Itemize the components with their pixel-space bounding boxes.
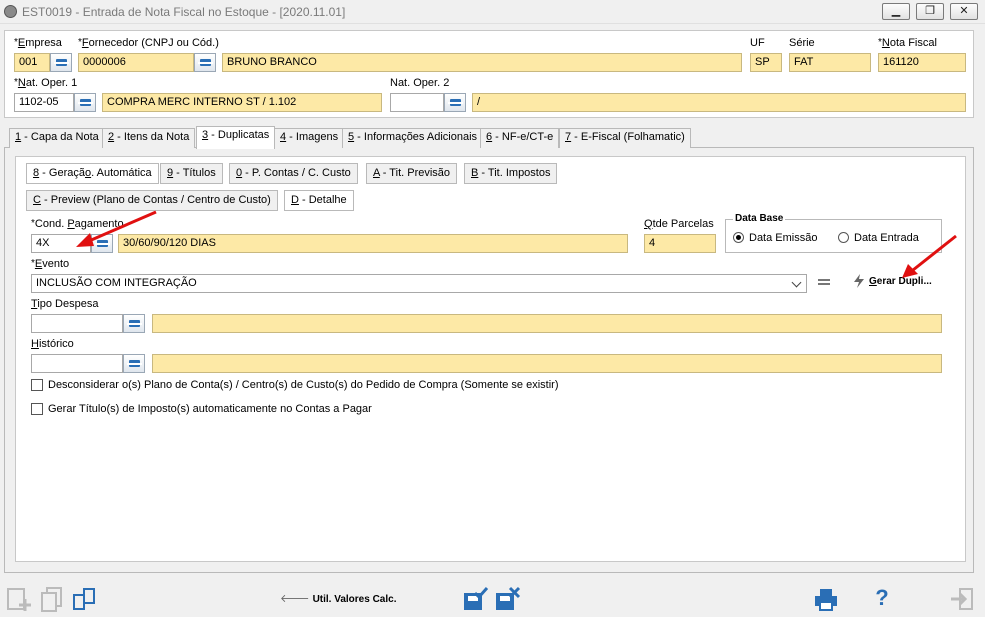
subtab-titulos[interactable]: 9 - Títulos xyxy=(160,163,223,184)
subtab-detalhe[interactable]: D - Detalhe xyxy=(284,190,354,211)
exit-button[interactable] xyxy=(948,585,976,613)
tipo-despesa-lookup-button[interactable] xyxy=(123,314,145,333)
subtab-tit-previsao[interactable]: A - Tit. Previsão xyxy=(366,163,458,184)
tab-duplicatas[interactable]: 3 - Duplicatas xyxy=(196,126,276,149)
historico-lookup-button[interactable] xyxy=(123,354,145,373)
subtab-tit-impostos[interactable]: B - Tit. Impostos xyxy=(464,163,558,184)
gerar-titulo-imposto-label: Gerar Título(s) de Imposto(s) automatica… xyxy=(48,403,372,415)
red-arrow-annotation-right xyxy=(902,234,957,278)
fornecedor-label: *Fornecedor (CNPJ ou Cód.) xyxy=(78,37,219,49)
close-icon: ✕ xyxy=(959,5,969,17)
copy-document-button[interactable] xyxy=(38,585,66,613)
nota-fiscal-field[interactable]: 161120 xyxy=(878,53,966,72)
subtab-plano-contas[interactable]: 0 - P. Contas / C. Custo xyxy=(229,163,358,184)
add-document-button[interactable] xyxy=(5,585,33,613)
nota-fiscal-label: *Nota Fiscal xyxy=(878,37,937,49)
util-valores-calc-button[interactable]: 🡐 Util. Valores Calc. xyxy=(280,591,397,605)
minimize-button[interactable]: ▁ xyxy=(882,3,910,20)
exit-icon xyxy=(951,588,973,610)
historico-label: Histórico xyxy=(31,338,74,350)
data-emissao-radio[interactable] xyxy=(733,232,744,243)
natop1-lookup-button[interactable] xyxy=(74,93,96,112)
natop1-label: *Nat. Oper. 1 xyxy=(14,77,78,89)
empresa-lookup-button[interactable] xyxy=(50,53,72,72)
add-document-icon xyxy=(7,588,31,611)
desconsiderar-plano-label: Desconsiderar o(s) Plano de Conta(s) / C… xyxy=(48,379,559,391)
evento-value: INCLUSÃO COM INTEGRAÇÃO xyxy=(36,277,197,289)
copy-icon xyxy=(41,587,62,612)
serie-label: Série xyxy=(789,37,815,49)
qtde-parcelas-field[interactable]: 4 xyxy=(644,234,716,253)
uf-label: UF xyxy=(750,37,765,49)
historico-desc-field[interactable] xyxy=(152,354,942,373)
evento-label: *Evento xyxy=(31,258,70,270)
qtde-parcelas-label: Qtde Parcelas xyxy=(644,218,714,230)
tipo-despesa-code-input[interactable] xyxy=(31,314,123,333)
window-title: EST0019 - Entrada de Nota Fiscal no Esto… xyxy=(22,5,346,19)
tipo-despesa-label: Tipo Despesa xyxy=(31,298,99,310)
restore-icon: ❐ xyxy=(925,5,935,17)
desconsiderar-plano-checkbox[interactable] xyxy=(31,379,43,391)
data-entrada-radio[interactable] xyxy=(838,232,849,243)
uf-field[interactable]: SP xyxy=(750,53,782,72)
tab-capa-da-nota[interactable]: 1 - Capa da Nota xyxy=(9,128,105,148)
evento-list-icon[interactable] xyxy=(816,276,832,290)
gerar-titulo-imposto-checkbox[interactable] xyxy=(31,403,43,415)
fornecedor-name-field[interactable]: BRUNO BRANCO xyxy=(222,53,742,72)
red-arrow-annotation-left xyxy=(76,210,157,247)
save-cancel-icon xyxy=(496,586,521,610)
historico-code-input[interactable] xyxy=(31,354,123,373)
lightning-icon xyxy=(854,274,864,288)
tab-imagens[interactable]: 4 - Imagens xyxy=(274,128,345,148)
printer-icon xyxy=(815,589,837,611)
serie-field[interactable]: FAT xyxy=(789,53,871,72)
tab-nfe-cte[interactable]: 6 - NF-e/CT-e xyxy=(480,128,560,148)
tab-efiscal[interactable]: 7 - E-Fiscal (Folhamatic) xyxy=(559,128,691,148)
evento-select[interactable]: INCLUSÃO COM INTEGRAÇÃO xyxy=(31,274,807,293)
empresa-input[interactable]: 001 xyxy=(14,53,50,72)
cond-pagamento-desc-field[interactable]: 30/60/90/120 DIAS xyxy=(118,234,628,253)
natop2-code-input[interactable] xyxy=(390,93,444,112)
help-icon: ? xyxy=(875,585,889,610)
chevron-down-icon xyxy=(791,277,803,289)
tab-informacoes-adicionais[interactable]: 5 - Informações Adicionais xyxy=(342,128,484,148)
natop1-desc-field[interactable]: COMPRA MERC INTERNO ST / 1.102 xyxy=(102,93,382,112)
data-base-label: Data Base xyxy=(733,213,786,224)
app-icon xyxy=(4,5,17,18)
confirm-button[interactable] xyxy=(461,585,489,613)
help-button[interactable]: ? xyxy=(868,585,896,613)
print-button[interactable] xyxy=(812,585,840,613)
transfer-icon xyxy=(73,588,95,610)
save-check-icon xyxy=(464,587,489,610)
subtab-geracao-automatica[interactable]: 8 - Geração. Automática xyxy=(26,163,159,184)
natop2-lookup-button[interactable] xyxy=(444,93,466,112)
natop2-label: Nat. Oper. 2 xyxy=(390,77,450,89)
back-arrow-icon: 🡐 xyxy=(280,593,310,605)
maximize-button[interactable]: ❐ xyxy=(916,3,944,20)
close-button[interactable]: ✕ xyxy=(950,3,978,20)
tipo-despesa-desc-field[interactable] xyxy=(152,314,942,333)
fornecedor-lookup-button[interactable] xyxy=(194,53,216,72)
empresa-label: *Empresa xyxy=(14,37,62,49)
tab-itens-da-nota[interactable]: 2 - Itens da Nota xyxy=(102,128,196,148)
data-emissao-label: Data Emissão xyxy=(749,232,818,244)
natop2-desc-field[interactable]: / xyxy=(472,93,966,112)
transfer-button[interactable] xyxy=(70,585,98,613)
util-valores-calc-label: Util. Valores Calc. xyxy=(312,594,397,605)
fornecedor-code-input[interactable]: 0000006 xyxy=(78,53,194,72)
cancel-button[interactable] xyxy=(493,585,521,613)
natop1-code-input[interactable]: 1102-05 xyxy=(14,93,74,112)
minimize-icon: ▁ xyxy=(891,5,901,17)
